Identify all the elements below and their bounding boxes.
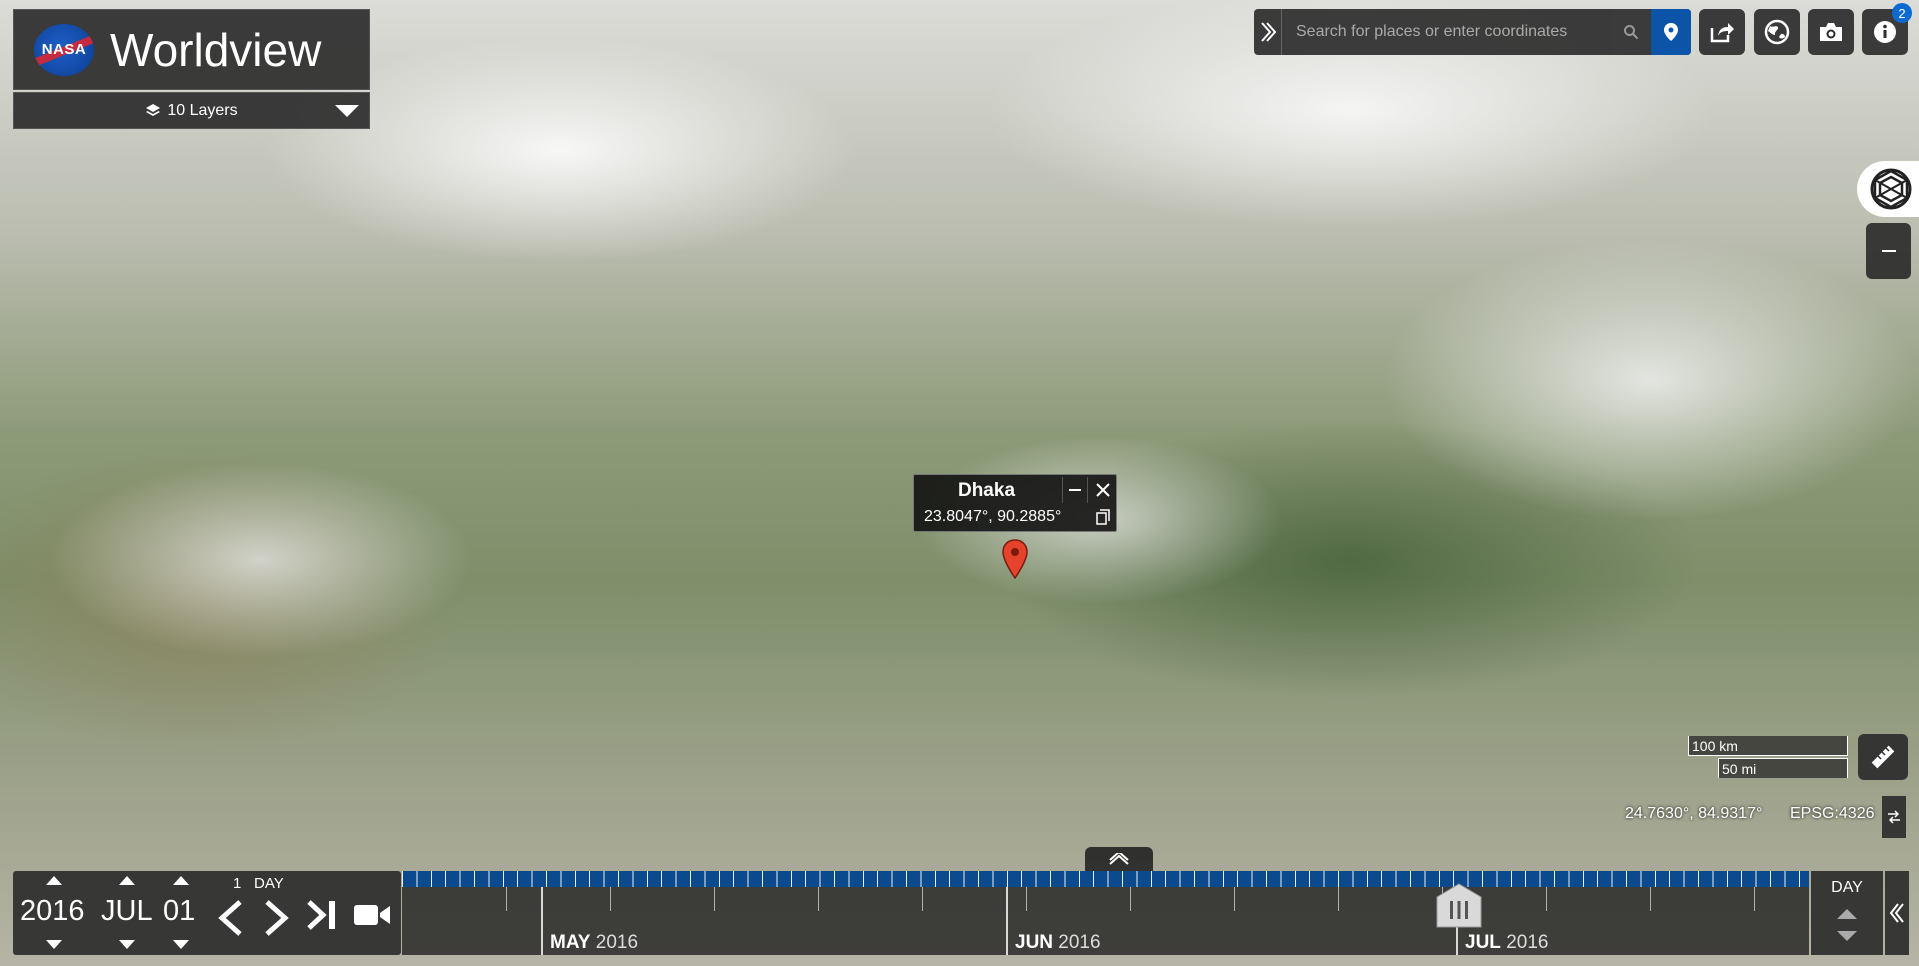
- month-input[interactable]: JUL: [101, 895, 153, 928]
- timeline-zoom-selector: DAY: [1811, 871, 1883, 955]
- layers-count-label: 10 Layers: [167, 101, 238, 119]
- double-chevron-left-icon: [1889, 903, 1904, 923]
- scale-km-label: 100 km: [1688, 736, 1848, 756]
- location-pin-icon: [1664, 23, 1678, 41]
- chevron-left-icon: [218, 900, 242, 936]
- timeline-zoom-label[interactable]: DAY: [1811, 879, 1883, 897]
- snapshot-button[interactable]: [1808, 9, 1854, 55]
- share-button[interactable]: [1699, 9, 1745, 55]
- day-input[interactable]: 01: [163, 895, 195, 928]
- cursor-coordinates: 24.7630°, 84.9317°: [1625, 805, 1763, 822]
- jump-to-latest-button[interactable]: [305, 899, 339, 936]
- timeline-month-label[interactable]: JUL 2016: [1465, 932, 1548, 954]
- grip-icon: [1436, 883, 1482, 928]
- popup-close-button[interactable]: [1090, 477, 1116, 503]
- location-pin-button[interactable]: [1651, 9, 1691, 55]
- double-chevron-right-icon: [1260, 22, 1276, 42]
- three-d-globe-button[interactable]: [1857, 161, 1919, 217]
- month-decrement-icon[interactable]: [119, 940, 135, 949]
- caret-down-icon[interactable]: [335, 105, 359, 117]
- search-bar: [1254, 9, 1691, 55]
- close-icon: [1096, 483, 1110, 497]
- copy-icon: [1096, 509, 1110, 525]
- timeline-month-label[interactable]: JUN 2016: [1015, 932, 1101, 954]
- location-popup: Dhaka 23.8047°, 90.2885°: [913, 474, 1117, 532]
- globe-mesh-icon: [1870, 168, 1912, 210]
- scale-mi-label: 50 mi: [1718, 758, 1848, 778]
- timeline-expand-tab[interactable]: [1085, 847, 1153, 871]
- measure-button[interactable]: [1858, 734, 1908, 780]
- copy-coordinates-button[interactable]: [1096, 509, 1110, 530]
- date-selector: 2016 JUL 01 1 DAY: [13, 871, 401, 955]
- skip-to-end-icon: [307, 900, 335, 930]
- projection-toggle-button[interactable]: [1754, 9, 1800, 55]
- search-icon: [1624, 25, 1639, 40]
- popup-minimize-button[interactable]: [1062, 477, 1088, 503]
- search-input[interactable]: [1282, 9, 1611, 55]
- search-button[interactable]: [1611, 9, 1651, 55]
- chevron-right-icon: [265, 900, 289, 936]
- map-marker-icon[interactable]: [1002, 539, 1028, 584]
- info-icon: [1874, 21, 1896, 43]
- zoom-in-timescale-icon[interactable]: [1837, 909, 1857, 919]
- share-icon: [1710, 23, 1734, 43]
- day-decrement-icon[interactable]: [173, 940, 189, 949]
- interval-amount[interactable]: 1: [233, 875, 241, 892]
- timeline-month-label[interactable]: MAY 2016: [550, 932, 638, 954]
- year-input[interactable]: 2016: [20, 895, 85, 928]
- ruler-icon: [1871, 745, 1895, 769]
- notification-badge: 2: [1892, 3, 1912, 23]
- layers-icon: [146, 103, 161, 116]
- day-increment-icon[interactable]: [173, 876, 189, 885]
- year-increment-icon[interactable]: [46, 876, 62, 885]
- year-decrement-icon[interactable]: [46, 940, 62, 949]
- projection-code: EPSG:4326: [1790, 805, 1875, 822]
- zoom-out-timescale-icon[interactable]: [1837, 931, 1857, 941]
- zoom-out-button[interactable]: [1866, 223, 1911, 279]
- app-title: Worldview: [110, 23, 322, 76]
- previous-day-button[interactable]: [216, 899, 244, 942]
- timeline-tick-band[interactable]: [402, 871, 1809, 887]
- swap-arrows-icon: [1888, 810, 1900, 824]
- chevron-up-icon: [1109, 853, 1129, 865]
- animation-button[interactable]: [353, 901, 391, 934]
- popup-coordinates: 23.8047°, 90.2885°: [924, 508, 1062, 525]
- minus-icon: [1881, 250, 1896, 252]
- video-camera-icon: [354, 905, 390, 925]
- timeline-date-handle[interactable]: [1431, 883, 1487, 931]
- camera-icon: [1820, 23, 1842, 41]
- interval-unit[interactable]: DAY: [254, 875, 284, 892]
- scale-bar: 100 km 50 mi: [1688, 736, 1848, 782]
- search-collapse-button[interactable]: [1254, 9, 1282, 55]
- month-increment-icon[interactable]: [119, 876, 135, 885]
- popup-title: Dhaka: [957, 480, 1016, 501]
- info-button[interactable]: 2: [1862, 3, 1912, 55]
- minimize-icon: [1069, 489, 1081, 491]
- timeline[interactable]: MAY 2016 JUN 2016 JUL 2016: [402, 871, 1809, 955]
- timeline-collapse-button[interactable]: [1885, 871, 1909, 955]
- brand-header: NASA Worldview: [13, 9, 370, 90]
- next-day-button[interactable]: [263, 899, 291, 942]
- nasa-logo: NASA: [34, 23, 94, 76]
- layers-toggle-button[interactable]: 10 Layers: [13, 92, 370, 129]
- coordinate-format-toggle[interactable]: [1882, 796, 1906, 838]
- globe-icon: [1764, 19, 1790, 45]
